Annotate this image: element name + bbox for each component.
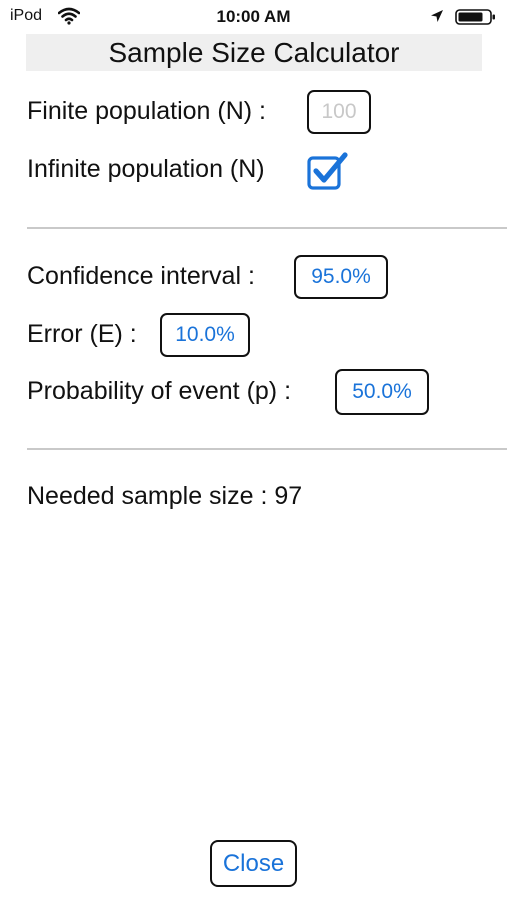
confidence-interval-label: Confidence interval : [27,262,255,290]
probability-input[interactable] [335,369,429,415]
battery-icon [455,9,495,25]
infinite-population-checkbox[interactable] [307,152,349,190]
finite-population-label: Finite population (N) : [27,97,267,125]
sample-size-result: Needed sample size : 97 [27,482,303,510]
title-bar: Sample Size Calculator [26,34,482,71]
infinite-population-label: Infinite population (N) [27,155,265,183]
page-title: Sample Size Calculator [108,37,400,68]
location-arrow-icon [431,10,443,22]
status-bar: iPod 10:00 AM [0,0,507,34]
section-divider [27,227,507,229]
error-input[interactable] [160,313,250,357]
finite-population-input[interactable] [307,90,371,134]
section-divider [27,448,507,450]
probability-label: Probability of event (p) : [27,377,292,405]
close-button[interactable]: Close [210,840,297,887]
error-label: Error (E) : [27,320,137,348]
confidence-interval-input[interactable] [294,255,388,299]
